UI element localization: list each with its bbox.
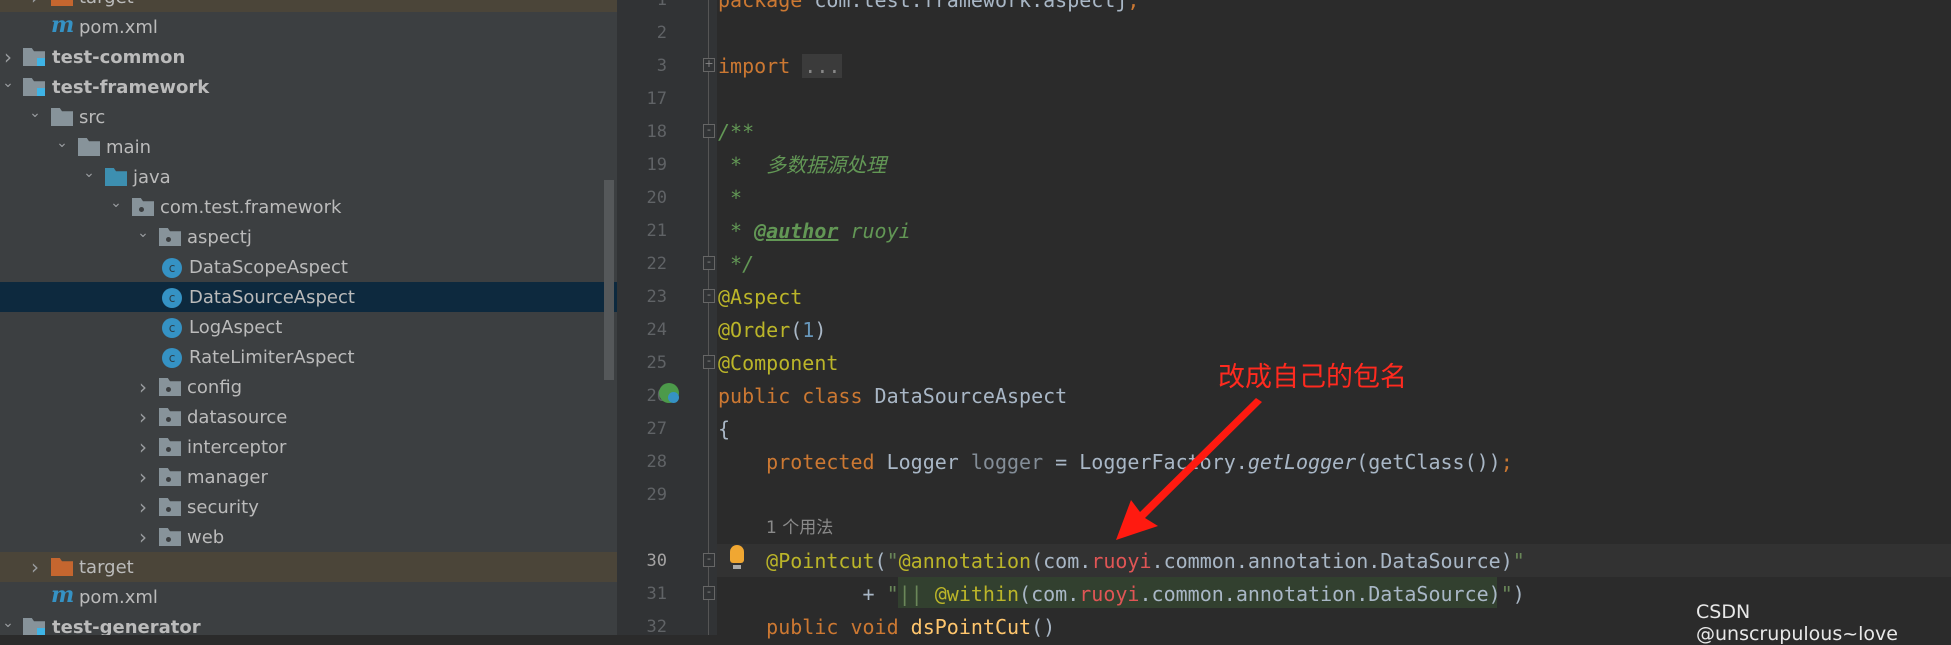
- red-arrow-annotation: [1116, 398, 1262, 540]
- annotation-note: 改成自己的包名: [1218, 362, 1407, 393]
- watermark: CSDN @unscrupulous~love: [1696, 601, 1898, 645]
